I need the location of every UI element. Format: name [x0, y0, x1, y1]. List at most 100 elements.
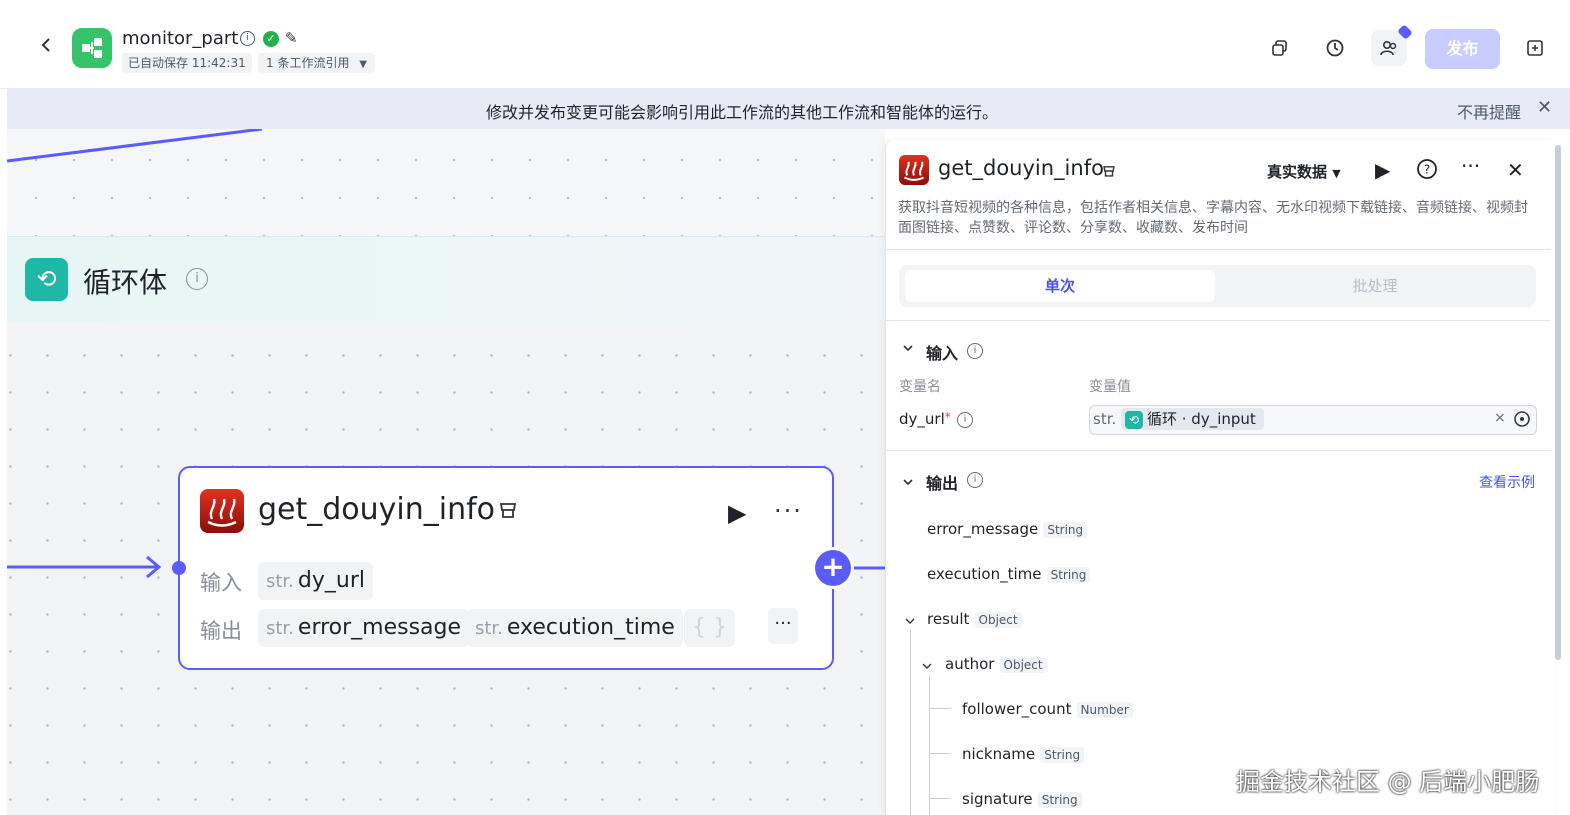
tree-line	[929, 675, 930, 815]
output-type: String	[1046, 567, 1091, 583]
column-header-value: 变量值	[1089, 379, 1131, 395]
tree-branch	[929, 708, 951, 709]
chevron-down-icon: ▼	[359, 59, 367, 70]
run-node-icon[interactable]: ▶	[728, 499, 746, 527]
output-item: result Object	[927, 609, 1022, 628]
tab-single[interactable]: 单次	[905, 270, 1215, 302]
tree-branch	[929, 753, 951, 754]
close-icon[interactable]: ✕	[1537, 97, 1552, 118]
add-node-button[interactable]: +	[815, 550, 851, 586]
outgoing-edge	[848, 566, 885, 570]
collapse-icon[interactable]	[902, 473, 914, 492]
more-icon[interactable]: ···	[774, 497, 803, 525]
output-name: error_message	[927, 520, 1039, 538]
node-output-label: 输出	[200, 619, 242, 643]
divider	[886, 450, 1551, 451]
workflow-logo-icon	[72, 28, 112, 68]
output-name: execution_time	[506, 615, 675, 640]
references-dropdown[interactable]: 1 条工作流引用 ▼	[258, 53, 375, 73]
node-input-label: 输入	[200, 571, 242, 595]
more-icon[interactable]: ···	[1461, 154, 1480, 178]
output-name: error_message	[297, 615, 462, 640]
type-label: str.	[266, 618, 294, 639]
info-icon[interactable]: i	[957, 412, 973, 428]
column-header-name: 变量名	[899, 379, 941, 395]
type-label: str.	[475, 618, 503, 639]
output-name: result	[927, 610, 970, 628]
loop-icon: ⟲	[1125, 410, 1143, 429]
output-item: follower_count Number	[962, 699, 1133, 718]
run-icon[interactable]: ▶	[1375, 158, 1390, 182]
output-section-title: 输出	[926, 474, 959, 493]
input-section-title: 输入	[926, 344, 959, 363]
tab-batch[interactable]: 批处理	[1220, 270, 1530, 302]
info-icon[interactable]: i	[967, 343, 983, 359]
expand-icon[interactable]	[904, 612, 916, 631]
output-name: author	[945, 655, 995, 673]
output-name: signature	[962, 790, 1033, 808]
output-item: execution_time String	[927, 564, 1091, 583]
back-icon[interactable]	[36, 36, 56, 60]
data-mode-dropdown[interactable]: 真实数据 ▼	[1267, 161, 1341, 182]
watermark-text: 掘金技术社区 @ 后端小肥肠	[1236, 768, 1540, 796]
var-name: dy_url	[899, 410, 945, 428]
output-type: Number	[1076, 702, 1133, 718]
edit-icon[interactable]: ✎	[285, 29, 298, 47]
divider	[886, 320, 1551, 321]
panel-scrollbar[interactable]	[1555, 145, 1561, 660]
store-icon	[1102, 163, 1116, 182]
panel-title: get_douyin_info	[938, 156, 1104, 180]
output-item: nickname String	[962, 744, 1085, 763]
output-chip: str. execution_time	[467, 609, 683, 647]
info-icon[interactable]: i	[186, 268, 208, 290]
input-port[interactable]	[172, 561, 186, 575]
publish-button[interactable]: 发布	[1425, 29, 1500, 69]
variable-reference[interactable]: ⟲ 循环 · dy_input	[1121, 408, 1264, 430]
output-type: Object	[999, 657, 1047, 673]
output-type: String	[1037, 792, 1082, 808]
data-mode-label: 真实数据	[1267, 163, 1328, 181]
output-type: String	[1043, 522, 1088, 538]
clear-icon[interactable]: ×	[1494, 410, 1506, 426]
divider	[886, 249, 1551, 250]
info-icon[interactable]: i	[967, 472, 983, 488]
tree-branch	[929, 798, 951, 799]
output-item: error_message String	[927, 519, 1088, 538]
type-label: str.	[1093, 410, 1117, 428]
plugin-description: 获取抖音短视频的各种信息，包括作者相关信息、字幕内容、无水印视频下载链接、音频链…	[898, 200, 1528, 236]
reference-label: 循环 · dy_input	[1147, 410, 1256, 428]
collapse-icon[interactable]	[902, 342, 914, 358]
variable-picker-icon[interactable]	[1513, 410, 1531, 432]
output-chip-truncated: { }	[684, 609, 735, 647]
expand-icon[interactable]	[921, 657, 933, 676]
notice-text: 修改并发布变更可能会影响引用此工作流的其他工作流和智能体的运行。	[485, 103, 998, 122]
panel-toggle-icon[interactable]	[1517, 30, 1553, 66]
douyin-plugin-icon	[899, 155, 929, 185]
input-chip: str. dy_url	[258, 562, 373, 600]
required-mark: *	[944, 410, 951, 424]
history-icon[interactable]	[1317, 30, 1353, 66]
notice-bar: 修改并发布变更可能会影响引用此工作流的其他工作流和智能体的运行。 不再提醒 ✕	[7, 89, 1570, 129]
tree-line	[910, 630, 911, 815]
output-name: execution_time	[927, 565, 1042, 583]
loop-title: 循环体	[83, 266, 168, 299]
connection-line	[7, 129, 263, 163]
copy-icon[interactable]	[1262, 30, 1298, 66]
loop-icon: ⟲	[25, 258, 68, 301]
input-name: dy_url	[297, 568, 365, 593]
type-label: str.	[266, 571, 294, 592]
input-variable-name: dy_url*	[899, 410, 951, 428]
info-icon[interactable]: i	[240, 31, 255, 46]
output-type: Object	[974, 612, 1022, 628]
output-name: follower_count	[962, 700, 1072, 718]
close-icon[interactable]: ✕	[1507, 158, 1524, 182]
more-outputs-button[interactable]: ···	[768, 608, 798, 644]
dont-remind-button[interactable]: 不再提醒	[1457, 99, 1521, 123]
references-label: 1 条工作流引用	[266, 56, 350, 70]
view-example-link[interactable]: 查看示例	[1479, 472, 1535, 492]
svg-text:?: ?	[1424, 163, 1430, 177]
output-chip: str. error_message	[258, 609, 470, 647]
store-icon	[498, 500, 518, 524]
help-icon[interactable]: ?	[1416, 158, 1438, 185]
autosave-status: 已自动保存 11:42:31	[122, 53, 252, 73]
